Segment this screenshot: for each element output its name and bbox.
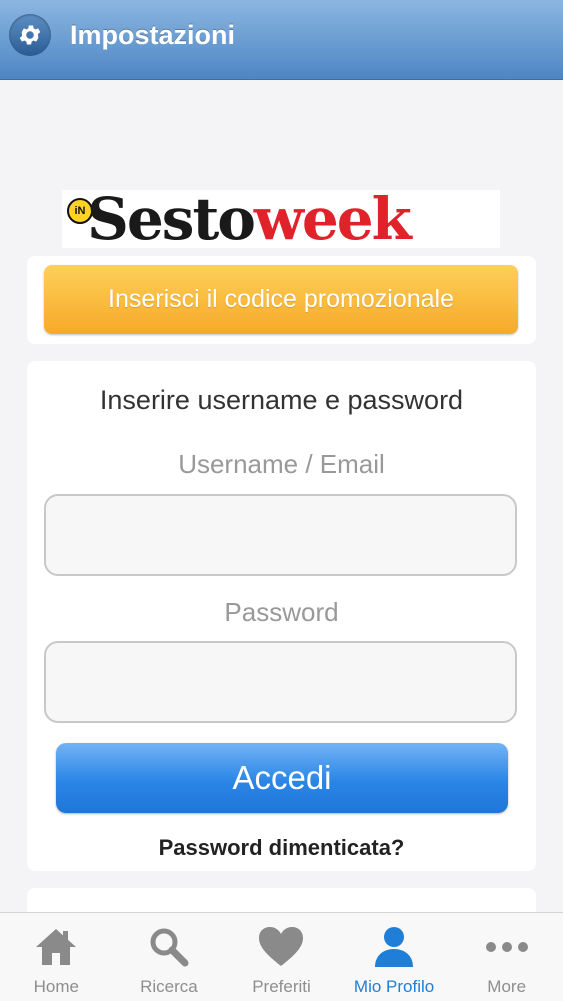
password-label: Password <box>224 597 339 627</box>
login-card: Inserire username e password Username / … <box>27 361 536 871</box>
login-button[interactable]: Accedi <box>56 743 508 813</box>
user-icon <box>375 927 414 967</box>
tab-home[interactable]: Home <box>0 913 113 1001</box>
username-input[interactable] <box>44 494 517 576</box>
tab-label: Ricerca <box>140 977 198 996</box>
tab-label: More <box>487 977 527 996</box>
tab-more[interactable]: More <box>450 913 563 1001</box>
sestoweek-logo: iN Sestoweek <box>62 190 500 248</box>
tab-label: Home <box>33 977 79 996</box>
tab-search[interactable]: Ricerca <box>113 913 226 1001</box>
logo-word-week: week <box>253 185 412 253</box>
password-input[interactable] <box>44 641 517 723</box>
more-icon <box>485 942 528 952</box>
home-icon <box>36 929 77 965</box>
settings-button[interactable] <box>9 14 51 56</box>
app-header: Impostazioni <box>0 0 563 80</box>
tab-favorites[interactable]: Preferiti <box>225 913 338 1001</box>
promo-code-button[interactable]: Inserisci il codice promozionale <box>44 265 518 334</box>
tab-label: Preferiti <box>252 977 311 996</box>
forgot-password-link[interactable]: Password dimenticata? <box>27 835 536 861</box>
username-label: Username / Email <box>178 449 385 479</box>
logo-wordmark: Sestoweek <box>87 190 412 248</box>
login-heading: Inserire username e password <box>99 385 464 415</box>
search-icon <box>150 928 189 967</box>
tab-bar: Home Ricerca Preferiti Mio Profilo More <box>0 912 563 1001</box>
heart-icon <box>259 927 304 966</box>
gear-icon <box>19 25 41 45</box>
promo-card: Inserisci il codice promozionale <box>27 256 536 344</box>
logo-word-sesto: Sesto <box>87 185 256 253</box>
tab-label: Mio Profilo <box>353 977 435 996</box>
page-title: Impostazioni <box>70 20 236 50</box>
tab-profile[interactable]: Mio Profilo <box>338 913 451 1001</box>
